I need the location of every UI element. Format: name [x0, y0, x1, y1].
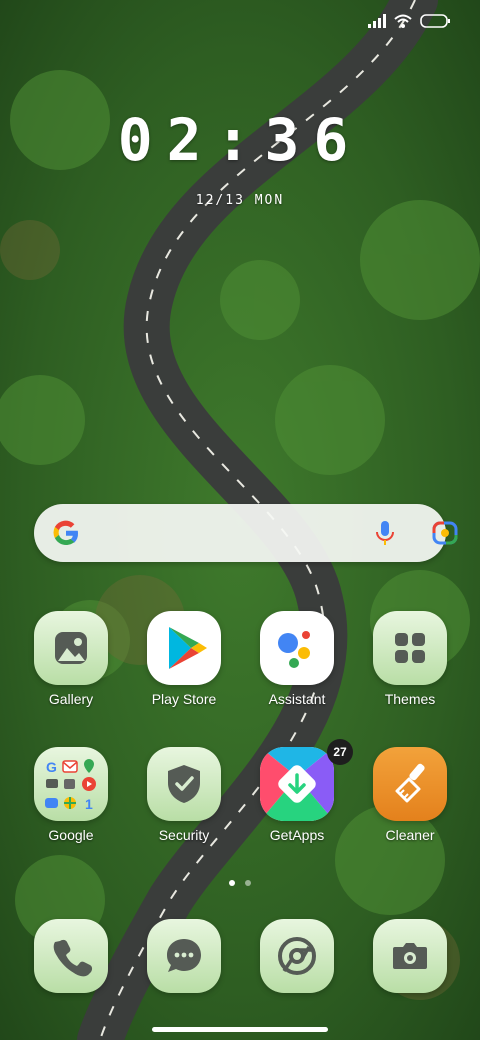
google-search-bar[interactable]	[34, 504, 458, 562]
google-g-icon	[53, 520, 79, 545]
assistant-tile[interactable]	[260, 611, 334, 685]
google-folder-icon: G 1	[45, 759, 96, 812]
gallery-tile[interactable]	[34, 611, 108, 685]
security-tile[interactable]	[147, 747, 221, 821]
svg-text:1: 1	[85, 796, 93, 812]
chrome-icon	[278, 937, 316, 975]
app-label: Cleaner	[385, 827, 435, 843]
app-label: Play Store	[151, 691, 217, 707]
app-label: Gallery	[48, 691, 94, 707]
page-indicator[interactable]	[0, 880, 480, 886]
svg-text:G: G	[46, 759, 57, 775]
wifi-icon	[394, 14, 412, 28]
status-bar	[368, 14, 450, 28]
messages-icon	[167, 939, 201, 972]
getapps-icon	[260, 747, 334, 821]
themes-icon	[395, 633, 425, 663]
phone-icon	[53, 939, 93, 977]
battery-icon	[420, 14, 450, 28]
notification-badge: 27	[327, 739, 353, 765]
play-store-tile[interactable]	[147, 611, 221, 685]
page-dot-active[interactable]	[229, 880, 235, 886]
app-label: Security	[158, 827, 210, 843]
clock-date[interactable]: 12/13 MON	[0, 193, 480, 208]
messages-tile[interactable]	[147, 919, 221, 993]
gallery-icon	[55, 632, 87, 664]
phone-tile[interactable]	[34, 919, 108, 993]
signal-icon	[368, 14, 386, 28]
camera-tile[interactable]	[373, 919, 447, 993]
home-indicator[interactable]	[152, 1027, 328, 1032]
play-store-icon	[169, 627, 207, 669]
google-lens-icon[interactable]	[432, 521, 458, 545]
mic-icon[interactable]	[374, 520, 396, 546]
app-label: Assistant	[268, 691, 326, 707]
assistant-icon	[278, 631, 310, 668]
clock-time[interactable]: 02:36	[0, 106, 480, 174]
cleaner-tile[interactable]	[373, 747, 447, 821]
camera-icon	[393, 943, 427, 969]
app-label: Google	[48, 827, 94, 843]
chrome-tile[interactable]	[260, 919, 334, 993]
shield-check-icon	[168, 765, 200, 803]
google-folder-tile[interactable]: G 1	[34, 747, 108, 821]
broom-icon	[395, 763, 425, 803]
app-label: Themes	[384, 691, 436, 707]
themes-tile[interactable]	[373, 611, 447, 685]
page-dot[interactable]	[245, 880, 251, 886]
getapps-tile[interactable]	[260, 747, 334, 821]
app-label: GetApps	[269, 827, 325, 843]
